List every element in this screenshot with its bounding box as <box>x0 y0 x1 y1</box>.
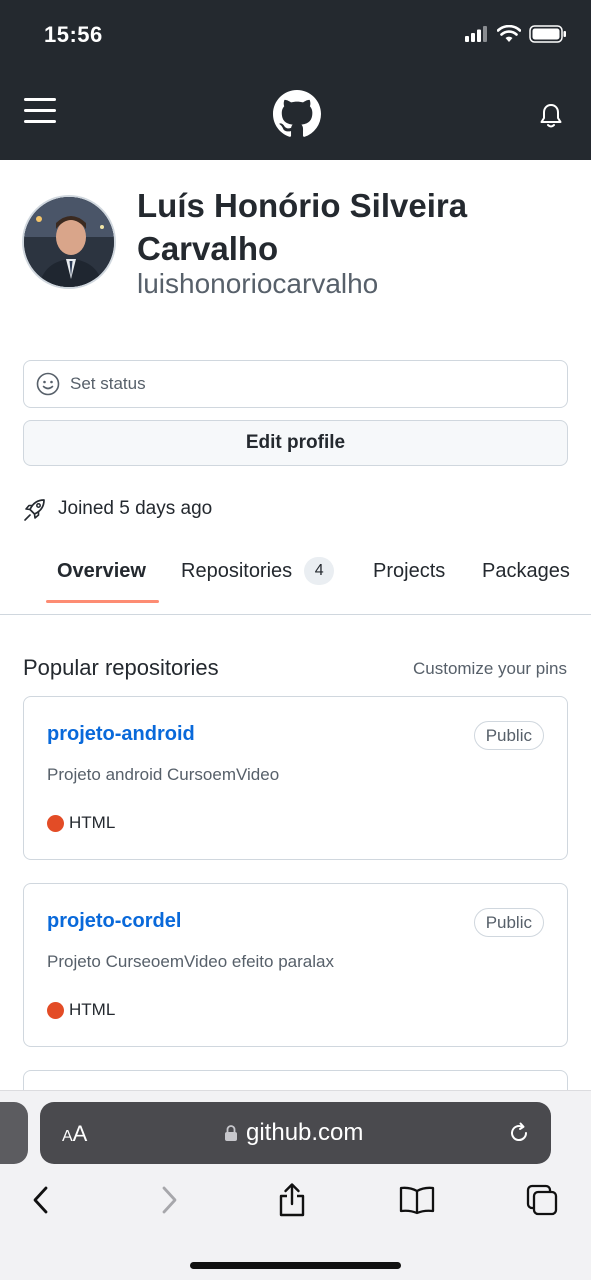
tab-packages[interactable]: Packages <box>482 556 570 586</box>
rocket-icon <box>24 499 45 521</box>
repo-card: projeto-cordel Public Projeto CurseoemVi… <box>23 883 568 1047</box>
joined-info: Joined 5 days ago <box>22 496 212 522</box>
tab-label: Repositories <box>181 559 293 582</box>
tabs-button[interactable] <box>522 1180 562 1220</box>
status-icons <box>465 25 567 43</box>
chevron-left-icon <box>33 1186 48 1214</box>
edit-profile-button[interactable]: Edit profile <box>23 420 568 466</box>
profile-full-name: Luís Honório Silveira Carvalho <box>137 187 468 267</box>
avatar[interactable] <box>22 195 116 289</box>
status-bar: 15:56 <box>0 0 591 70</box>
profile-tabs: Overview Repositories 4 Projects Package… <box>0 540 591 615</box>
lock-icon <box>225 1125 237 1141</box>
url-text: github.com <box>246 1119 364 1146</box>
repo-language-label: HTML <box>69 813 116 832</box>
home-indicator <box>190 1262 401 1269</box>
forward-button[interactable] <box>149 1180 189 1220</box>
reader-text-size-button[interactable]: AA <box>62 1121 87 1147</box>
reload-icon[interactable] <box>507 1121 531 1145</box>
repo-visibility-badge: Public <box>473 721 544 750</box>
profile-username: luishonoriocarvalho <box>137 268 379 299</box>
share-icon <box>279 1183 305 1217</box>
set-status-button[interactable]: Set status <box>23 360 568 408</box>
battery-icon <box>529 25 566 43</box>
tab-overview[interactable]: Overview <box>57 556 146 586</box>
chevron-right-icon <box>162 1186 177 1214</box>
joined-text: Joined 5 days ago <box>58 498 213 519</box>
bookmarks-button[interactable] <box>397 1180 437 1220</box>
language-color-dot <box>47 814 64 832</box>
avatar-photo <box>24 197 114 287</box>
repositories-count-badge: 4 <box>304 557 335 585</box>
status-time: 15:56 <box>44 22 103 47</box>
aa-big: A <box>72 1121 88 1146</box>
tab-label: Overview <box>57 559 146 582</box>
repo-language-label: HTML <box>69 1000 116 1019</box>
wifi-icon <box>497 25 521 42</box>
repo-description: Projeto CurseoemVideo efeito paralax <box>47 952 334 971</box>
tab-repositories[interactable]: Repositories 4 <box>181 556 335 586</box>
active-tab-underline <box>46 600 159 603</box>
repo-description: Projeto android CursoemVideo <box>47 765 280 784</box>
url-display[interactable]: github.com <box>224 1119 363 1147</box>
book-icon <box>399 1186 435 1215</box>
tab-projects[interactable]: Projects <box>373 556 445 586</box>
github-header <box>0 70 591 160</box>
signal-icon <box>465 26 487 42</box>
repo-language: HTML <box>47 1000 115 1020</box>
language-color-dot <box>47 1001 64 1019</box>
smiley-icon <box>36 372 60 396</box>
tab-label: Packages <box>482 559 570 582</box>
back-button[interactable] <box>21 1180 61 1220</box>
tab-label: Projects <box>373 559 446 582</box>
repo-name-link[interactable]: projeto-cordel <box>47 910 181 933</box>
repo-language: HTML <box>47 813 115 833</box>
aa-small: A <box>62 1128 73 1145</box>
repo-visibility-badge: Public <box>473 908 544 937</box>
share-button[interactable] <box>272 1180 312 1220</box>
previous-tab-pill[interactable] <box>0 1102 28 1164</box>
repo-name-link[interactable]: projeto-android <box>47 723 195 746</box>
set-status-label: Set status <box>70 374 146 393</box>
hamburger-menu-icon[interactable] <box>24 98 56 126</box>
bell-icon[interactable] <box>539 103 563 129</box>
tabs-icon <box>526 1184 558 1216</box>
address-bar[interactable]: AA github.com <box>40 1102 551 1164</box>
repo-card: projeto-android Public Projeto android C… <box>23 696 568 860</box>
github-logo-icon[interactable] <box>273 90 321 138</box>
customize-pins-link[interactable]: Customize your pins <box>413 659 567 679</box>
popular-repositories-title: Popular repositories <box>23 655 219 680</box>
